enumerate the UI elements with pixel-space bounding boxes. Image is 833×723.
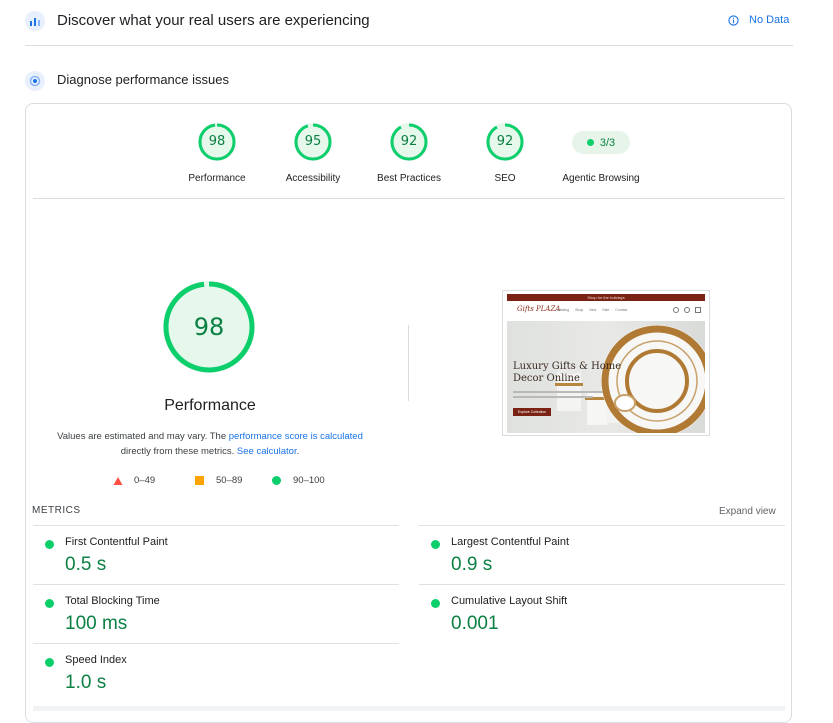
category-gauge-performance[interactable]: 98 [197, 122, 237, 162]
metric-speed-index: Speed Index 1.0 s [33, 643, 399, 702]
category-label: Best Practices [377, 173, 441, 184]
average-square-icon [195, 476, 204, 485]
agentic-browsing-badge[interactable]: 3/3 [572, 131, 630, 154]
screenshot-nav: Catalog Shop New Sale Contact [557, 308, 627, 312]
metric-value: 100 ms [65, 613, 128, 634]
note-mid: directly from these metrics. [120, 446, 237, 457]
pass-dot-icon [45, 658, 54, 667]
screenshot-hero: Luxury Gifts & Home Decor Online Explore… [507, 321, 705, 433]
metric-name: Total Blocking Time [65, 595, 160, 607]
screenshot-nav-item: Shop [575, 308, 584, 312]
vertical-divider [408, 325, 409, 401]
screenshot-nav-item: Sale [602, 308, 610, 312]
metric-name: Speed Index [65, 654, 127, 666]
search-icon [673, 307, 679, 313]
category-score: 95 [304, 134, 322, 149]
no-data-status[interactable]: No Data [728, 14, 789, 26]
metrics-title: METRICS [32, 505, 81, 516]
metric-name: Largest Contentful Paint [451, 536, 570, 548]
pass-dot-icon [431, 599, 440, 608]
agentic-label: Agentic Browsing [562, 173, 640, 184]
metric-name: Cumulative Layout Shift [451, 595, 568, 607]
metric-largest-contentful-paint: Largest Contentful Paint 0.9 s [419, 525, 785, 584]
pass-circle-icon [272, 476, 281, 485]
see-calculator-link[interactable]: See calculator [237, 446, 297, 457]
expand-view-toggle[interactable]: Expand view [719, 506, 776, 517]
category-gauge-seo[interactable]: 92 [485, 122, 525, 162]
lab-section-title: Diagnose performance issues [57, 72, 229, 87]
screenshot-nav-item: Catalog [557, 308, 570, 312]
gauges-divider [33, 198, 785, 199]
legend-range-fail: 0–49 [134, 475, 156, 486]
metric-value: 0.001 [451, 613, 499, 634]
no-data-label: No Data [749, 14, 790, 26]
pass-dot-icon [586, 139, 594, 146]
category-label: Accessibility [285, 173, 341, 184]
performance-title: Performance [164, 397, 256, 414]
pass-dot-icon [45, 599, 54, 608]
score-note: Values are estimated and may vary. The p… [50, 429, 370, 459]
score-calculated-link[interactable]: performance score is calculated [229, 431, 363, 442]
diagnose-icon [25, 71, 45, 91]
score-legend: 0–49 50–89 90–100 [113, 475, 325, 486]
note-suffix: . [296, 446, 300, 457]
category-score: 92 [496, 134, 514, 149]
category-label: Performance [188, 173, 246, 184]
category-gauge-best-practices[interactable]: 92 [389, 122, 429, 162]
screenshot-logo: Gifts PLAZA [517, 305, 561, 313]
metric-cumulative-layout-shift: Cumulative Layout Shift 0.001 [419, 584, 785, 643]
performance-score: 98 [193, 313, 225, 341]
note-prefix: Values are estimated and may vary. The [57, 431, 229, 442]
metric-value: 0.5 s [65, 554, 107, 575]
pass-dot-icon [431, 540, 440, 549]
screenshot-headline-line1: Luxury Gifts & Home [513, 361, 622, 372]
pass-dot-icon [45, 540, 54, 549]
cart-icon [695, 307, 701, 313]
metric-name: First Contentful Paint [65, 536, 168, 548]
screenshot-headline: Luxury Gifts & Home Decor Online [513, 361, 621, 385]
section-divider [25, 45, 793, 46]
agentic-value: 3/3 [599, 136, 616, 149]
metric-first-contentful-paint: First Contentful Paint 0.5 s [33, 525, 399, 584]
screenshot-cta-button: Explore Collection [513, 408, 551, 416]
screenshot-headline-line2: Decor Online [513, 373, 580, 384]
screenshot-text-line [513, 391, 603, 393]
legend-range-pass: 90–100 [293, 475, 325, 486]
field-section-title: Discover what your real users are experi… [57, 12, 370, 29]
info-icon [728, 14, 739, 26]
screenshot-text-line [513, 396, 593, 398]
category-score: 98 [208, 134, 226, 149]
page-screenshot[interactable]: Shop for the holidays Gifts PLAZA Catalo… [502, 290, 710, 436]
screenshot-banner: Shop for the holidays [507, 294, 705, 301]
fail-triangle-icon [113, 476, 123, 485]
legend-range-average: 50–89 [216, 475, 243, 486]
bottom-strip [33, 706, 785, 711]
screenshot-icons [673, 307, 701, 313]
metric-value: 1.0 s [65, 672, 107, 693]
screenshot-nav-item: Contact [615, 308, 628, 312]
metric-value: 0.9 s [451, 554, 493, 575]
field-data-icon [25, 11, 45, 31]
category-score: 92 [400, 134, 418, 149]
account-icon [684, 307, 690, 313]
screenshot-nav-item: New [589, 308, 597, 312]
category-label: SEO [494, 173, 516, 184]
category-gauge-accessibility[interactable]: 95 [293, 122, 333, 162]
metric-total-blocking-time: Total Blocking Time 100 ms [33, 584, 399, 643]
